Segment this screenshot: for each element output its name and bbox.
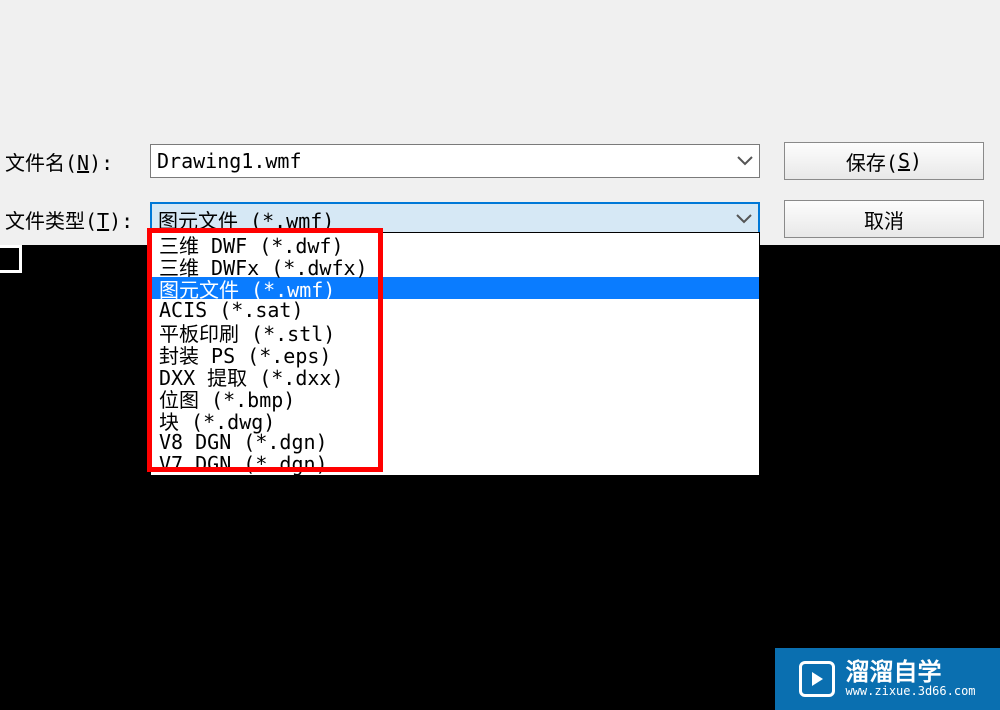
save-dialog-panel: 文件名(N): Drawing1.wmf 保存(S) 文件类型(T): 图元文件… <box>0 0 1000 245</box>
watermark-text: 溜溜自学 www.zixue.3d66.com <box>845 660 975 698</box>
filename-value: Drawing1.wmf <box>157 149 302 173</box>
cancel-button[interactable]: 取消 <box>784 200 984 238</box>
play-icon <box>799 661 835 697</box>
watermark-url: www.zixue.3d66.com <box>845 684 975 698</box>
dropdown-item[interactable]: 图元文件 (*.wmf) <box>151 277 759 299</box>
save-button[interactable]: 保存(S) <box>784 142 984 180</box>
chevron-down-icon[interactable] <box>736 214 752 224</box>
chevron-down-icon[interactable] <box>737 156 753 166</box>
filename-combobox[interactable]: Drawing1.wmf <box>150 144 760 178</box>
watermark-badge: 溜溜自学 www.zixue.3d66.com <box>775 648 1000 710</box>
left-bar-decor <box>0 245 22 273</box>
dropdown-item[interactable]: V7 DGN (*.dgn) <box>151 453 759 475</box>
watermark-title: 溜溜自学 <box>845 660 941 684</box>
filetype-dropdown-list[interactable]: 三维 DWF (*.dwf)三维 DWFx (*.dwfx)图元文件 (*.wm… <box>150 232 760 476</box>
filetype-label: 文件类型(T): <box>5 205 150 234</box>
filename-label: 文件名(N): <box>5 147 150 176</box>
dropdown-item[interactable]: 块 (*.dwg) <box>151 409 759 431</box>
dropdown-item[interactable]: V8 DGN (*.dgn) <box>151 431 759 453</box>
filename-row: 文件名(N): Drawing1.wmf 保存(S) <box>5 142 984 180</box>
